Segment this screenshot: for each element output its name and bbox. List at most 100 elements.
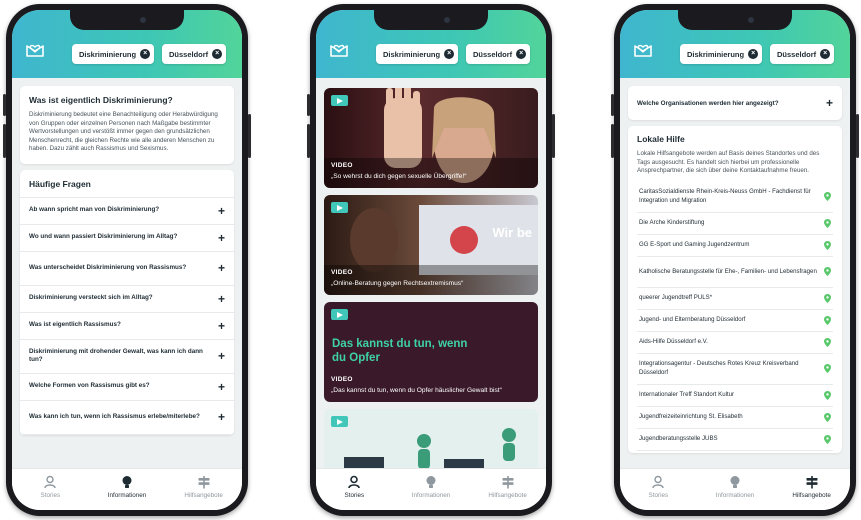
intro-text: Diskriminierung bedeutet eine Benachteil… bbox=[29, 111, 218, 153]
tab-label: Stories bbox=[648, 492, 669, 499]
filter-chip-duesseldorf[interactable]: Düsseldorf × bbox=[466, 44, 531, 64]
plus-icon[interactable]: + bbox=[218, 203, 225, 219]
faq-item[interactable]: Wo und wann passiert Diskriminierung im … bbox=[20, 225, 234, 252]
tab-hilfsangebote[interactable]: Hilfsangebote bbox=[165, 469, 242, 510]
faq-question: Diskriminierung mit drohender Gewalt, wa… bbox=[29, 347, 203, 364]
video-card[interactable]: Das kannst du tun, wenn du Opfer VIDEO „… bbox=[324, 302, 538, 402]
play-icon[interactable] bbox=[331, 309, 348, 320]
faq-item[interactable]: Ab wann spricht man von Diskriminierung?… bbox=[20, 198, 234, 225]
plus-icon[interactable]: + bbox=[218, 230, 225, 246]
faq-item[interactable]: Was unterscheidet Diskriminierung von Ra… bbox=[20, 252, 234, 286]
plus-icon[interactable]: + bbox=[218, 409, 225, 425]
close-icon[interactable]: × bbox=[820, 49, 831, 59]
location-pin-icon[interactable] bbox=[824, 315, 831, 325]
volume-button bbox=[3, 124, 6, 158]
org-list-item[interactable]: Jugendfreizeiteinrichtung St. Elisabeth bbox=[637, 407, 833, 429]
faq-list: Häufige Fragen Ab wann spricht man von D… bbox=[20, 169, 234, 435]
faq-item[interactable]: Was ist eigentlich Rassismus? + bbox=[20, 313, 234, 340]
filter-chip-diskriminierung[interactable]: Diskriminierung × bbox=[72, 44, 155, 64]
location-pin-icon[interactable] bbox=[824, 293, 831, 303]
tab-label: Informationen bbox=[411, 492, 451, 499]
location-pin-icon[interactable] bbox=[824, 364, 831, 374]
plus-icon[interactable]: + bbox=[218, 379, 225, 395]
tab-hilfsangebote[interactable]: Hilfsangebote bbox=[773, 469, 850, 510]
close-icon[interactable]: × bbox=[140, 49, 151, 59]
location-pin-icon[interactable] bbox=[824, 412, 831, 422]
org-list-item[interactable]: Katholische Beratungsstelle für Ehe-, Fa… bbox=[637, 257, 833, 288]
plus-icon[interactable]: + bbox=[218, 260, 225, 276]
org-name: Jugendfreizeiteinrichtung St. Elisabeth bbox=[639, 413, 743, 421]
heart-mail-logo[interactable] bbox=[633, 39, 653, 59]
volume-button bbox=[3, 94, 6, 116]
tab-informationen[interactable]: Informationen bbox=[697, 469, 774, 510]
plus-icon[interactable]: + bbox=[218, 318, 225, 334]
location-pin-icon[interactable] bbox=[824, 337, 831, 347]
person-icon bbox=[348, 475, 361, 489]
power-button bbox=[248, 114, 251, 158]
org-list-item[interactable]: Jugendberatungsstelle JUBS bbox=[637, 429, 833, 451]
location-pin-icon[interactable] bbox=[824, 267, 831, 277]
plus-icon[interactable]: + bbox=[218, 348, 225, 364]
plus-icon[interactable]: + bbox=[218, 291, 225, 307]
notch bbox=[70, 10, 184, 30]
org-list-item[interactable]: Jugend- und Elternberatung Düsseldorf bbox=[637, 310, 833, 332]
filter-chip-diskriminierung[interactable]: Diskriminierung × bbox=[376, 44, 459, 64]
faq-question: Ab wann spricht man von Diskriminierung? bbox=[29, 206, 160, 214]
faq-item[interactable]: Diskriminierung versteckt sich im Alltag… bbox=[20, 286, 234, 313]
org-list-item[interactable]: Integrationsagentur - Deutsches Rotes Kr… bbox=[637, 354, 833, 385]
org-list-item[interactable]: CaritasSozialdienste Rhein-Kreis-Neuss G… bbox=[637, 182, 833, 213]
tab-label: Hilfsangebote bbox=[488, 492, 527, 499]
org-list: CaritasSozialdienste Rhein-Kreis-Neuss G… bbox=[637, 182, 833, 451]
play-icon[interactable] bbox=[331, 416, 348, 427]
video-title: „Das kannst du tun, wenn du Opfer häusli… bbox=[331, 387, 502, 394]
volume-button bbox=[307, 124, 310, 158]
org-list-item[interactable]: Die Arche Kinderstiftung bbox=[637, 213, 833, 235]
location-pin-icon[interactable] bbox=[824, 240, 831, 250]
video-label: VIDEO bbox=[331, 162, 353, 169]
chip-label: Diskriminierung bbox=[383, 49, 441, 59]
org-list-item[interactable]: Internationaler Treff Standort Kultur bbox=[637, 385, 833, 407]
location-pin-icon[interactable] bbox=[824, 434, 831, 444]
tab-stories[interactable]: Stories bbox=[12, 469, 89, 510]
chip-label: Düsseldorf bbox=[473, 49, 513, 59]
local-help-title: Lokale Hilfe bbox=[637, 134, 685, 144]
power-button bbox=[856, 114, 859, 158]
faq-item[interactable]: Welche Formen von Rassismus gibt es? + bbox=[20, 374, 234, 401]
tab-informationen[interactable]: Informationen bbox=[89, 469, 166, 510]
org-name: Integrationsagentur - Deutsches Rotes Kr… bbox=[639, 360, 799, 376]
plus-icon[interactable]: + bbox=[826, 96, 833, 110]
close-icon[interactable]: × bbox=[516, 49, 527, 59]
play-icon[interactable] bbox=[331, 95, 348, 106]
tab-label: Stories bbox=[344, 492, 365, 499]
close-icon[interactable]: × bbox=[444, 49, 455, 59]
faq-item[interactable]: Was kann ich tun, wenn ich Rassismus erl… bbox=[20, 401, 234, 435]
location-pin-icon[interactable] bbox=[824, 390, 831, 400]
signpost-icon bbox=[806, 476, 818, 489]
volume-button bbox=[307, 94, 310, 116]
play-icon[interactable] bbox=[331, 202, 348, 213]
help-content: Welche Organisationen werden hier angeze… bbox=[620, 78, 850, 468]
location-pin-icon[interactable] bbox=[824, 192, 831, 202]
heart-mail-logo[interactable] bbox=[329, 39, 349, 59]
tab-informationen[interactable]: Informationen bbox=[393, 469, 470, 510]
video-card[interactable] bbox=[324, 409, 538, 468]
filter-chip-duesseldorf[interactable]: Düsseldorf × bbox=[770, 44, 835, 64]
heart-mail-logo[interactable] bbox=[25, 39, 45, 59]
video-card[interactable]: VIDEO „So wehrst du dich gegen sexuelle … bbox=[324, 88, 538, 188]
org-list-item[interactable]: GG E-Sport und Gaming Jugendzentrum bbox=[637, 235, 833, 257]
video-card[interactable]: Wir be VIDEO „Online-Beratung gegen Rech… bbox=[324, 195, 538, 295]
info-content: Was ist eigentlich Diskriminierung? Disk… bbox=[12, 78, 242, 468]
org-list-item[interactable]: Aids-Hilfe Düsseldorf e.V. bbox=[637, 332, 833, 354]
close-icon[interactable]: × bbox=[212, 49, 223, 59]
tab-stories[interactable]: Stories bbox=[620, 469, 697, 510]
tab-stories[interactable]: Stories bbox=[316, 469, 393, 510]
tab-hilfsangebote[interactable]: Hilfsangebote bbox=[469, 469, 546, 510]
location-pin-icon[interactable] bbox=[824, 218, 831, 228]
org-list-item[interactable]: queerer Jugendtreff PULS* bbox=[637, 288, 833, 310]
phone-hilfsangebote: Diskriminierung × Düsseldorf × Welche Orga… bbox=[611, 4, 859, 516]
filter-chip-duesseldorf[interactable]: Düsseldorf × bbox=[162, 44, 227, 64]
close-icon[interactable]: × bbox=[748, 49, 759, 59]
org-question-card[interactable]: Welche Organisationen werden hier angeze… bbox=[628, 86, 842, 120]
faq-item[interactable]: Diskriminierung mit drohender Gewalt, wa… bbox=[20, 340, 234, 374]
filter-chip-diskriminierung[interactable]: Diskriminierung × bbox=[680, 44, 763, 64]
